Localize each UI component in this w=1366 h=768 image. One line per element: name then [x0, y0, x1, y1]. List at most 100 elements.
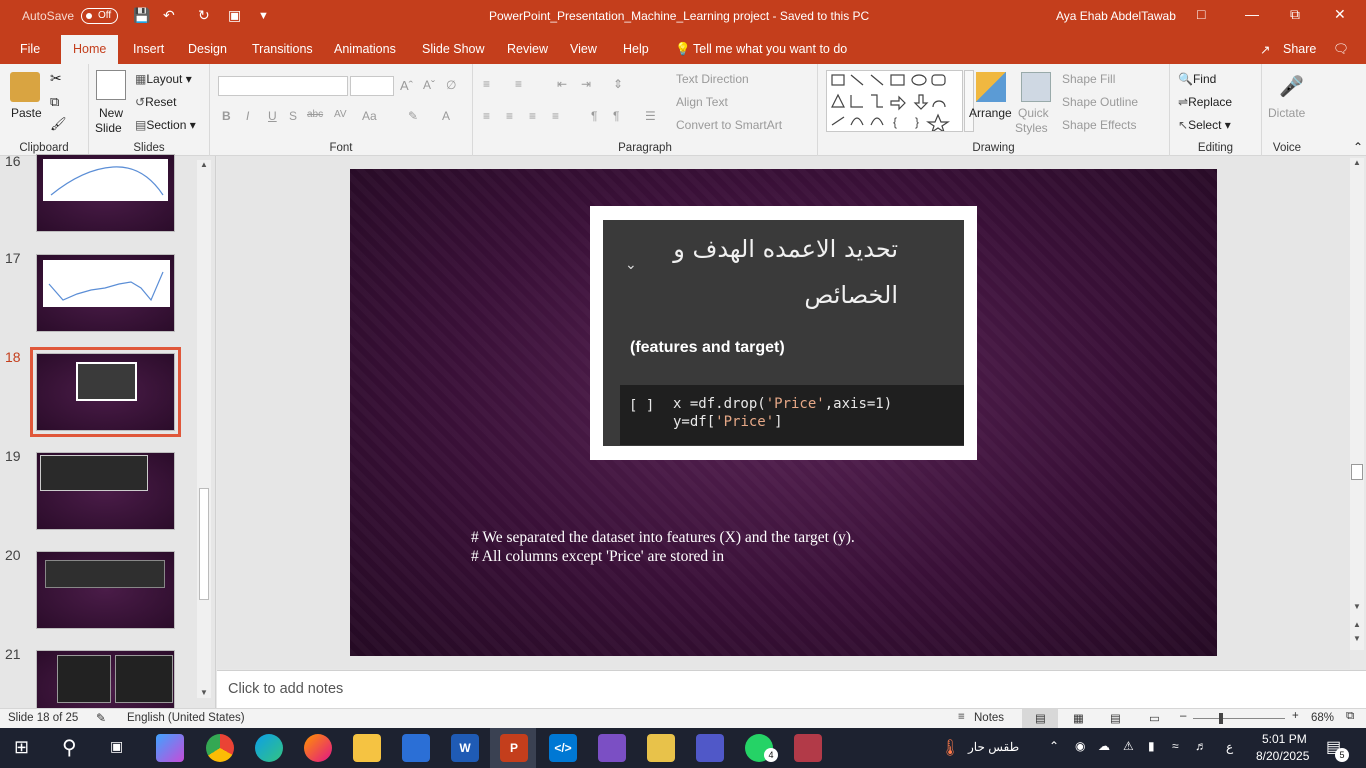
- undo-icon[interactable]: ↶: [163, 7, 175, 24]
- cloud-icon[interactable]: ☁: [1098, 739, 1110, 753]
- notes-placeholder[interactable]: Click to add notes: [228, 681, 343, 697]
- next-slide-icon[interactable]: ▼: [1353, 634, 1361, 643]
- ltr-icon[interactable]: ¶: [613, 109, 619, 123]
- align-right-icon[interactable]: ≡: [529, 109, 536, 123]
- slide-thumbnail-16[interactable]: [36, 154, 175, 232]
- notes-button[interactable]: Notes: [974, 712, 1004, 724]
- change-case-button[interactable]: Aa: [362, 109, 377, 123]
- slide-scrollbar[interactable]: ▲ ▼ ▲ ▼: [1350, 158, 1364, 650]
- new-slide-label-1[interactable]: New: [99, 106, 123, 120]
- visual-studio-icon[interactable]: [598, 734, 626, 762]
- customize-toolbar-icon[interactable]: ▼: [258, 10, 269, 22]
- vscode-icon[interactable]: </>: [549, 734, 577, 762]
- folder-icon[interactable]: [647, 734, 675, 762]
- tell-me-search[interactable]: Tell me what you want to do: [693, 42, 847, 56]
- copy-icon[interactable]: ⧉: [50, 94, 59, 110]
- restore-icon[interactable]: ⧉: [1290, 6, 1300, 23]
- word-icon[interactable]: W: [451, 734, 479, 762]
- user-name[interactable]: Aya Ehab AbdelTawab: [1056, 9, 1176, 23]
- reset-button[interactable]: ↺ Reset: [135, 95, 176, 109]
- tab-transitions[interactable]: Transitions: [252, 42, 313, 56]
- edge-icon[interactable]: [255, 734, 283, 762]
- notes-pane[interactable]: Click to add notes: [217, 670, 1366, 708]
- redo-icon[interactable]: ↻: [198, 7, 210, 24]
- justify-icon[interactable]: ≡: [552, 109, 559, 123]
- slide-thumbnail-18[interactable]: [30, 347, 181, 437]
- copilot-icon[interactable]: [156, 734, 184, 762]
- format-painter-icon[interactable]: 🖌: [50, 116, 67, 132]
- thumbnails-scrollbar[interactable]: ▲ ▼: [197, 160, 211, 698]
- arrange-button[interactable]: Arrange: [969, 106, 1012, 120]
- close-icon[interactable]: ✕: [1334, 6, 1346, 23]
- accessibility-icon[interactable]: ✎: [96, 711, 106, 725]
- font-name-combo[interactable]: [218, 76, 348, 96]
- camera-icon[interactable]: ◉: [1075, 739, 1085, 753]
- shape-outline-button[interactable]: Shape Outline: [1062, 95, 1138, 109]
- dictate-button[interactable]: Dictate: [1268, 106, 1305, 120]
- tab-animations[interactable]: Animations: [334, 42, 396, 56]
- shape-effects-button[interactable]: Shape Effects: [1062, 118, 1137, 132]
- normal-view-button[interactable]: ▤: [1022, 709, 1058, 728]
- zoom-out-icon[interactable]: –: [1180, 710, 1186, 722]
- arrange-icon[interactable]: [976, 72, 1006, 102]
- scrollbar-thumb[interactable]: [199, 488, 209, 600]
- paste-icon[interactable]: [10, 72, 40, 102]
- zoom-slider-thumb[interactable]: [1219, 713, 1223, 724]
- quick-styles-icon[interactable]: [1021, 72, 1051, 102]
- autosave-toggle[interactable]: Off: [81, 8, 118, 24]
- chrome-icon[interactable]: [206, 734, 234, 762]
- line-spacing-icon[interactable]: ⇕: [613, 77, 623, 91]
- firefox-icon[interactable]: [304, 734, 332, 762]
- strikethrough-button[interactable]: abc: [307, 109, 323, 120]
- slide-thumbnail-20[interactable]: [36, 551, 175, 629]
- new-slide-label-2[interactable]: Slide: [95, 121, 122, 135]
- zoom-level[interactable]: 68%: [1311, 712, 1334, 724]
- italic-button[interactable]: I: [246, 109, 249, 123]
- select-button[interactable]: ↖ Select ▾: [1178, 118, 1231, 132]
- slide-thumbnail-19[interactable]: [36, 452, 175, 530]
- find-button[interactable]: 🔍 Find: [1178, 72, 1216, 86]
- weather-text[interactable]: طقس حار: [968, 740, 1019, 754]
- winrar-icon[interactable]: [794, 734, 822, 762]
- section-button[interactable]: ▤ Section ▾: [135, 118, 196, 132]
- new-slide-icon[interactable]: [96, 70, 126, 100]
- tab-view[interactable]: View: [570, 42, 597, 56]
- slide-thumbnail-17[interactable]: [36, 254, 175, 332]
- language-indicator[interactable]: English (United States): [127, 712, 245, 724]
- microphone-icon[interactable]: 🎤: [1279, 74, 1304, 99]
- start-from-beginning-icon[interactable]: ▣: [228, 7, 241, 24]
- bullets-icon[interactable]: ≡: [483, 77, 490, 91]
- share-icon[interactable]: ↗: [1260, 42, 1270, 57]
- quick-styles-label-1[interactable]: Quick: [1018, 106, 1049, 120]
- tab-slide-show[interactable]: Slide Show: [422, 42, 485, 56]
- cut-icon[interactable]: ✂: [50, 70, 62, 87]
- file-explorer-icon[interactable]: [353, 734, 381, 762]
- quick-styles-label-2[interactable]: Styles: [1015, 121, 1048, 135]
- align-left-icon[interactable]: ≡: [483, 109, 490, 123]
- store-icon[interactable]: [402, 734, 430, 762]
- font-size-combo[interactable]: [350, 76, 394, 96]
- ribbon-display-icon[interactable]: □: [1197, 6, 1205, 22]
- scroll-down-icon[interactable]: ▼: [1353, 602, 1361, 611]
- zoom-in-icon[interactable]: +: [1292, 710, 1299, 722]
- collapse-ribbon-icon[interactable]: ⌃: [1353, 140, 1363, 154]
- save-icon[interactable]: 💾: [133, 7, 150, 24]
- wifi-warning-icon[interactable]: ⚠: [1123, 739, 1134, 753]
- scroll-up-icon[interactable]: ▲: [200, 160, 208, 169]
- align-center-icon[interactable]: ≡: [506, 109, 513, 123]
- slideshow-icon[interactable]: ▭: [1149, 711, 1160, 725]
- chevron-up-icon[interactable]: ⌃: [1049, 739, 1059, 753]
- increase-indent-icon[interactable]: ⇥: [581, 77, 591, 91]
- minimize-icon[interactable]: —: [1245, 6, 1259, 22]
- scroll-up-icon[interactable]: ▲: [1353, 158, 1361, 167]
- tab-design[interactable]: Design: [188, 42, 227, 56]
- shadow-button[interactable]: S: [289, 109, 297, 123]
- scrollbar-thumb[interactable]: [1351, 464, 1363, 480]
- clear-format-icon[interactable]: ∅: [446, 78, 456, 92]
- zoom-slider[interactable]: [1193, 718, 1285, 719]
- previous-slide-icon[interactable]: ▲: [1353, 620, 1361, 629]
- increase-font-icon[interactable]: Aˆ: [400, 78, 413, 93]
- shape-fill-button[interactable]: Shape Fill: [1062, 72, 1115, 86]
- align-text-button[interactable]: Align Text: [676, 95, 728, 109]
- thermometer-icon[interactable]: 🌡: [940, 738, 960, 758]
